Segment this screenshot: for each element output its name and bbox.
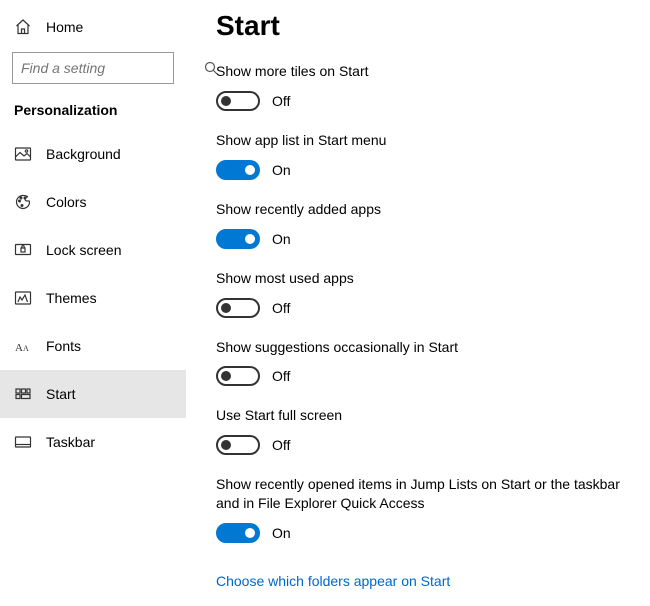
setting-label: Show recently opened items in Jump Lists… <box>216 475 638 513</box>
toggle-state: Off <box>272 368 290 384</box>
toggle-row: On <box>216 523 638 543</box>
home-label: Home <box>46 19 83 35</box>
sidebar-item-taskbar[interactable]: Taskbar <box>0 418 186 466</box>
toggle-suggestions[interactable] <box>216 366 260 386</box>
sidebar-item-background[interactable]: Background <box>0 130 186 178</box>
toggle-moretiles[interactable] <box>216 91 260 111</box>
page-title: Start <box>216 10 638 42</box>
sidebar-item-label: Lock screen <box>46 242 121 258</box>
setting-suggestions: Show suggestions occasionally in Start Of… <box>216 338 638 387</box>
sidebar-item-themes[interactable]: Themes <box>0 274 186 322</box>
sidebar-item-label: Themes <box>46 290 97 306</box>
toggle-recentapps[interactable] <box>216 229 260 249</box>
toggle-applist[interactable] <box>216 160 260 180</box>
colors-icon <box>14 193 32 211</box>
setting-recentapps: Show recently added apps On <box>216 200 638 249</box>
setting-applist: Show app list in Start menu On <box>216 131 638 180</box>
sidebar-item-label: Fonts <box>46 338 81 354</box>
fonts-icon: AA <box>14 337 32 355</box>
setting-label: Show recently added apps <box>216 200 638 219</box>
sidebar-item-label: Start <box>46 386 76 402</box>
background-icon <box>14 145 32 163</box>
setting-fullscreen: Use Start full screen Off <box>216 406 638 455</box>
themes-icon <box>14 289 32 307</box>
home-icon <box>14 18 32 36</box>
toggle-row: Off <box>216 91 638 111</box>
sidebar-item-fonts[interactable]: AA Fonts <box>0 322 186 370</box>
taskbar-icon <box>14 433 32 451</box>
setting-label: Show app list in Start menu <box>216 131 638 150</box>
setting-mostused: Show most used apps Off <box>216 269 638 318</box>
sidebar-item-lockscreen[interactable]: Lock screen <box>0 226 186 274</box>
toggle-row: Off <box>216 298 638 318</box>
lockscreen-icon <box>14 241 32 259</box>
toggle-mostused[interactable] <box>216 298 260 318</box>
sidebar: Home Personalization Background Colors Loc… <box>0 0 186 606</box>
toggle-row: Off <box>216 366 638 386</box>
toggle-state: On <box>272 162 291 178</box>
sidebar-item-label: Taskbar <box>46 434 95 450</box>
toggle-state: Off <box>272 437 290 453</box>
sidebar-item-colors[interactable]: Colors <box>0 178 186 226</box>
toggle-row: On <box>216 229 638 249</box>
toggle-state: On <box>272 525 291 541</box>
start-icon <box>14 385 32 403</box>
search-box[interactable] <box>12 52 174 84</box>
search-input[interactable] <box>21 60 203 76</box>
setting-label: Show most used apps <box>216 269 638 288</box>
toggle-row: On <box>216 160 638 180</box>
sidebar-item-start[interactable]: Start <box>0 370 186 418</box>
sidebar-item-label: Background <box>46 146 121 162</box>
toggle-state: Off <box>272 300 290 316</box>
toggle-fullscreen[interactable] <box>216 435 260 455</box>
section-title: Personalization <box>0 98 186 130</box>
setting-jumplists: Show recently opened items in Jump Lists… <box>216 475 638 543</box>
toggle-jumplists[interactable] <box>216 523 260 543</box>
sidebar-item-label: Colors <box>46 194 86 210</box>
toggle-row: Off <box>216 435 638 455</box>
svg-text:A: A <box>15 342 23 354</box>
toggle-state: Off <box>272 93 290 109</box>
svg-text:A: A <box>23 344 29 353</box>
setting-label: Use Start full screen <box>216 406 638 425</box>
home-nav[interactable]: Home <box>0 10 186 44</box>
choose-folders-link[interactable]: Choose which folders appear on Start <box>216 573 450 589</box>
toggle-state: On <box>272 231 291 247</box>
main-panel: Start Show more tiles on Start Off Show ap… <box>186 0 650 606</box>
setting-label: Show suggestions occasionally in Start <box>216 338 638 357</box>
setting-moretiles: Show more tiles on Start Off <box>216 62 638 111</box>
setting-label: Show more tiles on Start <box>216 62 638 81</box>
